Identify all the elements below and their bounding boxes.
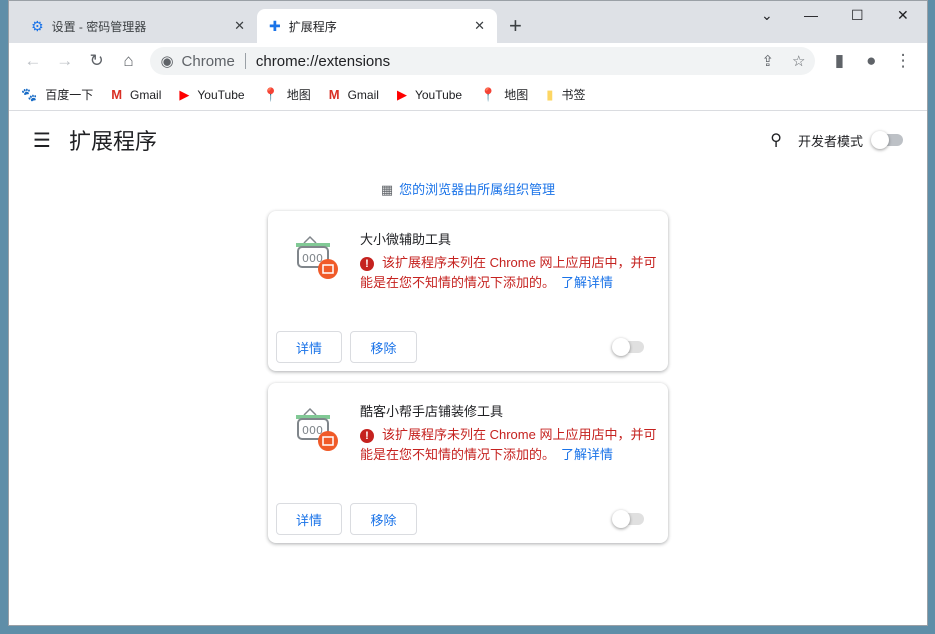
close-icon[interactable]: ✕	[234, 18, 245, 34]
bookmark-label: 地图	[286, 88, 311, 102]
gmail-icon: M	[111, 87, 123, 102]
warning-message: ! 该扩展程序未列在 Chrome 网上应用店中，并可能是在您不知情的情况下添加的…	[360, 253, 660, 293]
extension-name: 大小微辅助工具	[360, 232, 452, 247]
tab-settings[interactable]: ⚙ 设置 - 密码管理器 ✕	[19, 9, 257, 43]
host-label: Chrome	[181, 52, 235, 70]
gmail-icon: M	[328, 87, 340, 102]
bookmark-item[interactable]: 🐾 百度一下	[21, 86, 93, 103]
enable-toggle[interactable]	[612, 510, 644, 528]
menu-icon[interactable]: ☰	[33, 128, 51, 153]
bookmark-label: 地图	[504, 88, 529, 102]
managed-text: 您的浏览器由所属组织管理	[399, 182, 556, 197]
managed-notice[interactable]: ▦ 您的浏览器由所属组织管理	[9, 179, 927, 198]
search-icon[interactable]: ⚲	[770, 130, 782, 150]
minimize-button[interactable]: —	[804, 7, 818, 23]
bookmark-item[interactable]: ▮ 书签	[546, 86, 585, 103]
baidu-icon: 🐾	[21, 86, 38, 102]
remove-button[interactable]: 移除	[350, 331, 417, 363]
bookmark-label: YouTube	[414, 87, 463, 102]
tab-label: 扩展程序	[288, 19, 337, 34]
address-bar[interactable]: ◉ Chrome chrome://extensions ⇪ ☆	[150, 47, 816, 75]
chrome-icon: ◉	[160, 53, 174, 70]
enable-toggle[interactable]	[612, 338, 644, 356]
tab-strip: ⚙ 设置 - 密码管理器 ✕ ✚ 扩展程序 ✕ + ⌄ — ☐ ✕	[9, 1, 927, 43]
reload-icon[interactable]: ↻	[81, 51, 113, 71]
tab-extensions[interactable]: ✚ 扩展程序 ✕	[257, 9, 497, 43]
warning-message: ! 该扩展程序未列在 Chrome 网上应用店中，并可能是在您不知情的情况下添加的…	[360, 425, 660, 465]
remove-button[interactable]: 移除	[350, 503, 417, 535]
bookmarks-bar: 🐾 百度一下 M Gmail ▶ YouTube 📍 地图 M Gmail ▶ YouTube 📍 地图 ▮…	[9, 79, 927, 111]
close-icon[interactable]: ✕	[474, 18, 485, 34]
more-menu-icon[interactable]: ⋮	[887, 51, 919, 71]
extension-card: 000 大小微辅助工具 ! 该扩展程序未列在 Chrome 网上应用店中，并可能是…	[268, 211, 668, 371]
bookmark-item[interactable]: ▶ YouTube	[397, 87, 462, 103]
back-icon[interactable]: ←	[17, 51, 49, 71]
profile-avatar[interactable]: ●	[855, 51, 887, 71]
home-icon[interactable]: ⌂	[113, 51, 145, 71]
side-panel-icon[interactable]: ▮	[823, 51, 855, 71]
close-window-button[interactable]: ✕	[897, 7, 909, 24]
forward-icon[interactable]: →	[49, 51, 81, 71]
bookmark-label: Gmail	[347, 87, 379, 102]
bookmark-label: 书签	[561, 88, 586, 102]
url-text: chrome://extensions	[255, 52, 391, 70]
youtube-icon: ▶	[179, 86, 190, 102]
folder-icon: ▮	[546, 86, 554, 102]
bookmark-item[interactable]: M Gmail	[329, 87, 379, 102]
maps-icon: 📍	[480, 86, 497, 102]
tab-label: 设置 - 密码管理器	[51, 19, 147, 34]
details-button[interactable]: 详情	[276, 331, 342, 363]
bookmark-item[interactable]: 📍 地图	[263, 86, 311, 103]
error-icon: !	[360, 429, 374, 443]
maximize-button[interactable]: ☐	[851, 7, 864, 24]
bookmark-label: 百度一下	[45, 88, 94, 102]
page-title: 扩展程序	[68, 129, 157, 154]
extension-card: 000 酷客小帮手店铺装修工具 ! 该扩展程序未列在 Chrome 网上应用店中，…	[268, 383, 668, 543]
bookmark-label: YouTube	[197, 87, 245, 102]
star-icon[interactable]: ☆	[792, 52, 805, 70]
tab-search-icon[interactable]: ⌄	[761, 7, 773, 24]
error-icon: !	[360, 257, 374, 271]
gear-icon: ⚙	[31, 17, 44, 34]
bookmark-label: Gmail	[130, 87, 162, 102]
toolbar: ← → ↻ ⌂ ◉ Chrome chrome://extensions ⇪ ☆ …	[9, 43, 927, 79]
details-button[interactable]: 详情	[276, 503, 342, 535]
divider	[244, 53, 246, 69]
extension-icon: 000	[292, 235, 340, 283]
extensions-page: ☰ 扩展程序 ⚲ 开发者模式 ▦ 您的浏览器由所属组织管理 000 大小微辅助工具…	[9, 111, 927, 625]
dev-mode-label: 开发者模式	[797, 133, 863, 149]
svg-text:000: 000	[302, 252, 323, 265]
maps-icon: 📍	[262, 86, 279, 102]
building-icon: ▦	[380, 182, 394, 197]
dev-mode-toggle[interactable]	[871, 131, 903, 149]
share-icon[interactable]: ⇪	[761, 52, 774, 70]
extension-icon: 000	[292, 407, 340, 455]
svg-text:000: 000	[302, 424, 323, 437]
bookmark-item[interactable]: M Gmail	[111, 87, 161, 102]
puzzle-icon: ✚	[269, 17, 281, 34]
browser-window: ⚙ 设置 - 密码管理器 ✕ ✚ 扩展程序 ✕ + ⌄ — ☐ ✕ ← → ↻ ⌂ ◉ …	[8, 0, 928, 626]
learn-more-link[interactable]: 了解详情	[561, 275, 613, 290]
new-tab-button[interactable]: +	[509, 13, 522, 39]
extension-name: 酷客小帮手店铺装修工具	[360, 404, 504, 419]
youtube-icon: ▶	[396, 86, 407, 102]
bookmark-item[interactable]: 📍 地图	[480, 86, 528, 103]
learn-more-link[interactable]: 了解详情	[561, 447, 613, 462]
bookmark-item[interactable]: ▶ YouTube	[179, 87, 244, 103]
